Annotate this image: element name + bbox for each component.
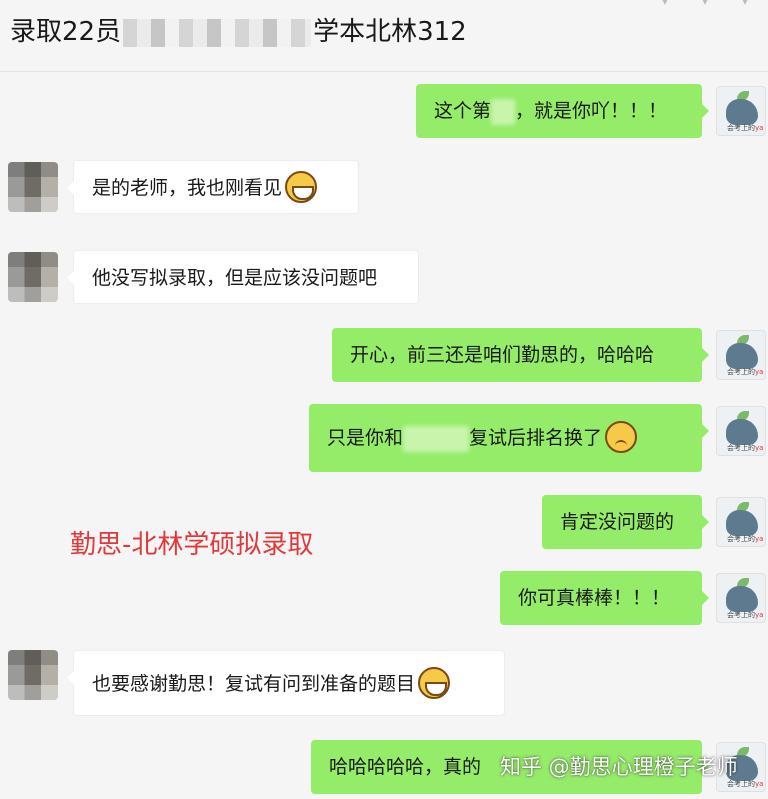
avatar-teacher[interactable]: 会考上的ya [716, 330, 766, 380]
avatar-student[interactable] [8, 252, 58, 302]
avatar-student[interactable] [8, 162, 58, 212]
avatar-caption: 会考上的ya [727, 611, 764, 619]
message-text: 开心，前三还是咱们勤思的，哈哈哈 [350, 344, 655, 366]
message-text: 哈哈哈哈哈，真的 [329, 756, 482, 778]
mascot-icon [726, 510, 758, 536]
red-caption: 勤思-北林学硕拟录取 [70, 530, 314, 560]
close-icon[interactable]: ▾ [742, 0, 748, 8]
avatar-caption: 会考上的ya [727, 368, 764, 376]
avatar-teacher[interactable]: 会考上的ya [716, 86, 766, 136]
minimize-icon[interactable]: ▾ [702, 0, 708, 8]
message-text: 也要感谢勤思！复试有问到准备的题目 [92, 673, 416, 695]
avatar-caption: 会考上的ya [727, 535, 764, 543]
avatar-caption: 会考上的ya [727, 444, 764, 452]
pin-icon[interactable]: ▾ [662, 0, 668, 8]
message-text: 是的老师，我也刚看见 [92, 177, 283, 199]
redacted-name [403, 425, 470, 452]
message-bubble-outgoing[interactable]: 你可真棒棒！！！ [500, 571, 709, 625]
message-bubble-incoming[interactable]: 是的老师，我也刚看见 [67, 160, 359, 214]
message-bubble-outgoing[interactable]: 只是你和 复试后排名换了 [309, 404, 709, 472]
chat-title: 录取22员 学本北林312 [10, 14, 467, 50]
mascot-icon [726, 586, 758, 612]
redacted-text [491, 98, 516, 125]
mascot-icon [726, 419, 758, 445]
chat-header: 录取22员 学本北林312 ▾ ▾ ▾ [0, 0, 768, 72]
avatar-caption: 会考上的ya [727, 124, 764, 132]
message-text: 只是你和 [327, 427, 404, 449]
mascot-icon [726, 99, 758, 125]
header-icons: ▾ ▾ ▾ [662, 0, 748, 8]
chat-title-start: 录取22员 [10, 17, 122, 47]
watermark: 知乎 @勤思心理橙子老师 [500, 755, 738, 779]
mascot-icon [726, 343, 758, 369]
message-bubble-outgoing[interactable]: 这个第 ，就是你吖！！！ [416, 84, 709, 138]
message-bubble-incoming[interactable]: 也要感谢勤思！复试有问到准备的题目 [67, 650, 505, 716]
grin-emoji-icon [285, 170, 318, 203]
message-text: 你可真棒棒！！！ [518, 587, 671, 609]
message-text: 肯定没问题的 [560, 511, 675, 533]
message-text: ，就是你吖！！！ [515, 100, 668, 122]
message-text: 这个第 [434, 100, 492, 122]
avatar-teacher[interactable]: 会考上的ya [716, 497, 766, 547]
message-text: 复试后排名换了 [469, 427, 603, 449]
message-text: 他没写拟录取，但是应该没问题吧 [92, 267, 378, 289]
message-bubble-outgoing[interactable]: 肯定没问题的 [542, 495, 709, 549]
message-bubble-incoming[interactable]: 他没写拟录取，但是应该没问题吧 [67, 250, 419, 304]
thinking-emoji-icon [605, 420, 638, 453]
grin-emoji-icon [418, 666, 451, 699]
avatar-teacher[interactable]: 会考上的ya [716, 406, 766, 456]
chat-title-end: 学本北林312 [313, 17, 467, 47]
redacted-name [123, 18, 312, 47]
avatar-teacher[interactable]: 会考上的ya [716, 573, 766, 623]
message-bubble-outgoing[interactable]: 开心，前三还是咱们勤思的，哈哈哈 [332, 328, 709, 382]
avatar-student[interactable] [8, 650, 58, 700]
